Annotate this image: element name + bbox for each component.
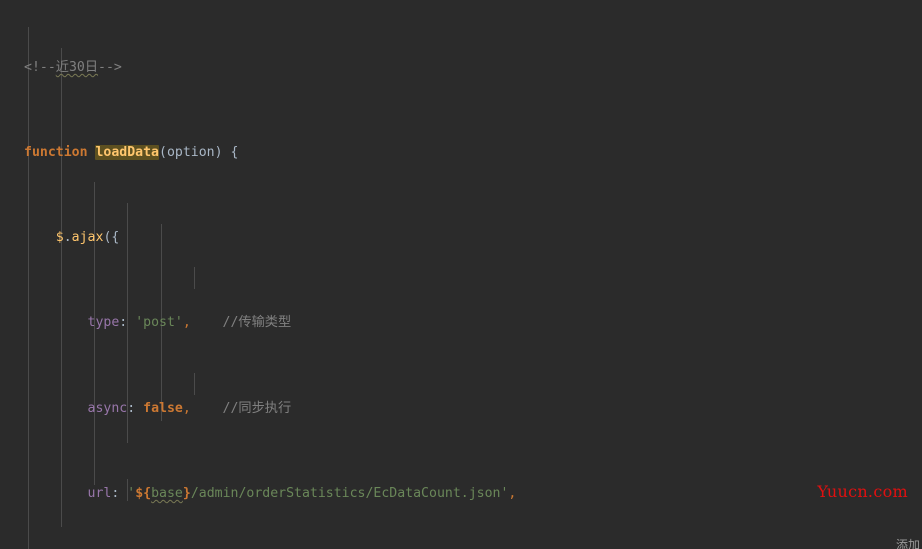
comment-close: --> bbox=[98, 59, 122, 75]
key-type: type bbox=[87, 315, 120, 331]
jquery-dollar: $ bbox=[55, 230, 64, 246]
value-post: 'post' bbox=[135, 315, 183, 331]
colon: : bbox=[119, 315, 136, 331]
code-line-1: function loadData(option) { bbox=[0, 142, 922, 163]
colon: : bbox=[127, 400, 144, 416]
comment-cn-text: 近30日 bbox=[55, 59, 99, 75]
code-line-5: url: '${base}/admin/orderStatistics/EcDa… bbox=[0, 483, 922, 504]
code-line-2: $.ajax({ bbox=[0, 227, 922, 248]
comma: , bbox=[508, 485, 517, 501]
method-ajax: ajax bbox=[71, 230, 104, 246]
clipped-corner-label: 添加 bbox=[895, 538, 920, 549]
code-line-3: type: 'post', //传输类型 bbox=[0, 312, 922, 333]
param-option: option bbox=[166, 145, 215, 161]
site-watermark: Yuucn.com bbox=[817, 482, 908, 501]
function-name-loaddata[interactable]: loadData bbox=[95, 145, 160, 161]
comment-transport-type: //传输类型 bbox=[222, 315, 292, 331]
template-expr-close: } bbox=[182, 485, 191, 501]
ajax-open: ({ bbox=[103, 230, 120, 246]
code-editor-viewport[interactable]: <!--近30日--> function loadData(option) { … bbox=[0, 0, 922, 549]
value-false: false bbox=[143, 400, 183, 416]
keyword-function: function bbox=[24, 145, 88, 161]
code-line-4: async: false, //同步执行 bbox=[0, 398, 922, 419]
paren-close-brace: ) { bbox=[214, 145, 239, 161]
comment-sync-exec: //同步执行 bbox=[222, 400, 292, 416]
key-url: url bbox=[87, 485, 112, 501]
template-expr-open: ${ bbox=[135, 485, 152, 501]
dot: . bbox=[63, 230, 72, 246]
colon: : bbox=[111, 485, 128, 501]
url-path: /admin/orderStatistics/EcDataCount.json bbox=[190, 485, 501, 501]
template-var-base: base bbox=[151, 485, 183, 501]
paren-open: ( bbox=[159, 145, 167, 161]
comma: , bbox=[182, 400, 191, 416]
code-line-0: <!--近30日--> bbox=[0, 57, 922, 78]
comma: , bbox=[182, 315, 191, 331]
quote-open: ' bbox=[127, 485, 136, 501]
comment-open: <!-- bbox=[24, 59, 56, 75]
key-async: async bbox=[87, 400, 128, 416]
code-text[interactable]: <!--近30日--> function loadData(option) { … bbox=[0, 0, 922, 549]
